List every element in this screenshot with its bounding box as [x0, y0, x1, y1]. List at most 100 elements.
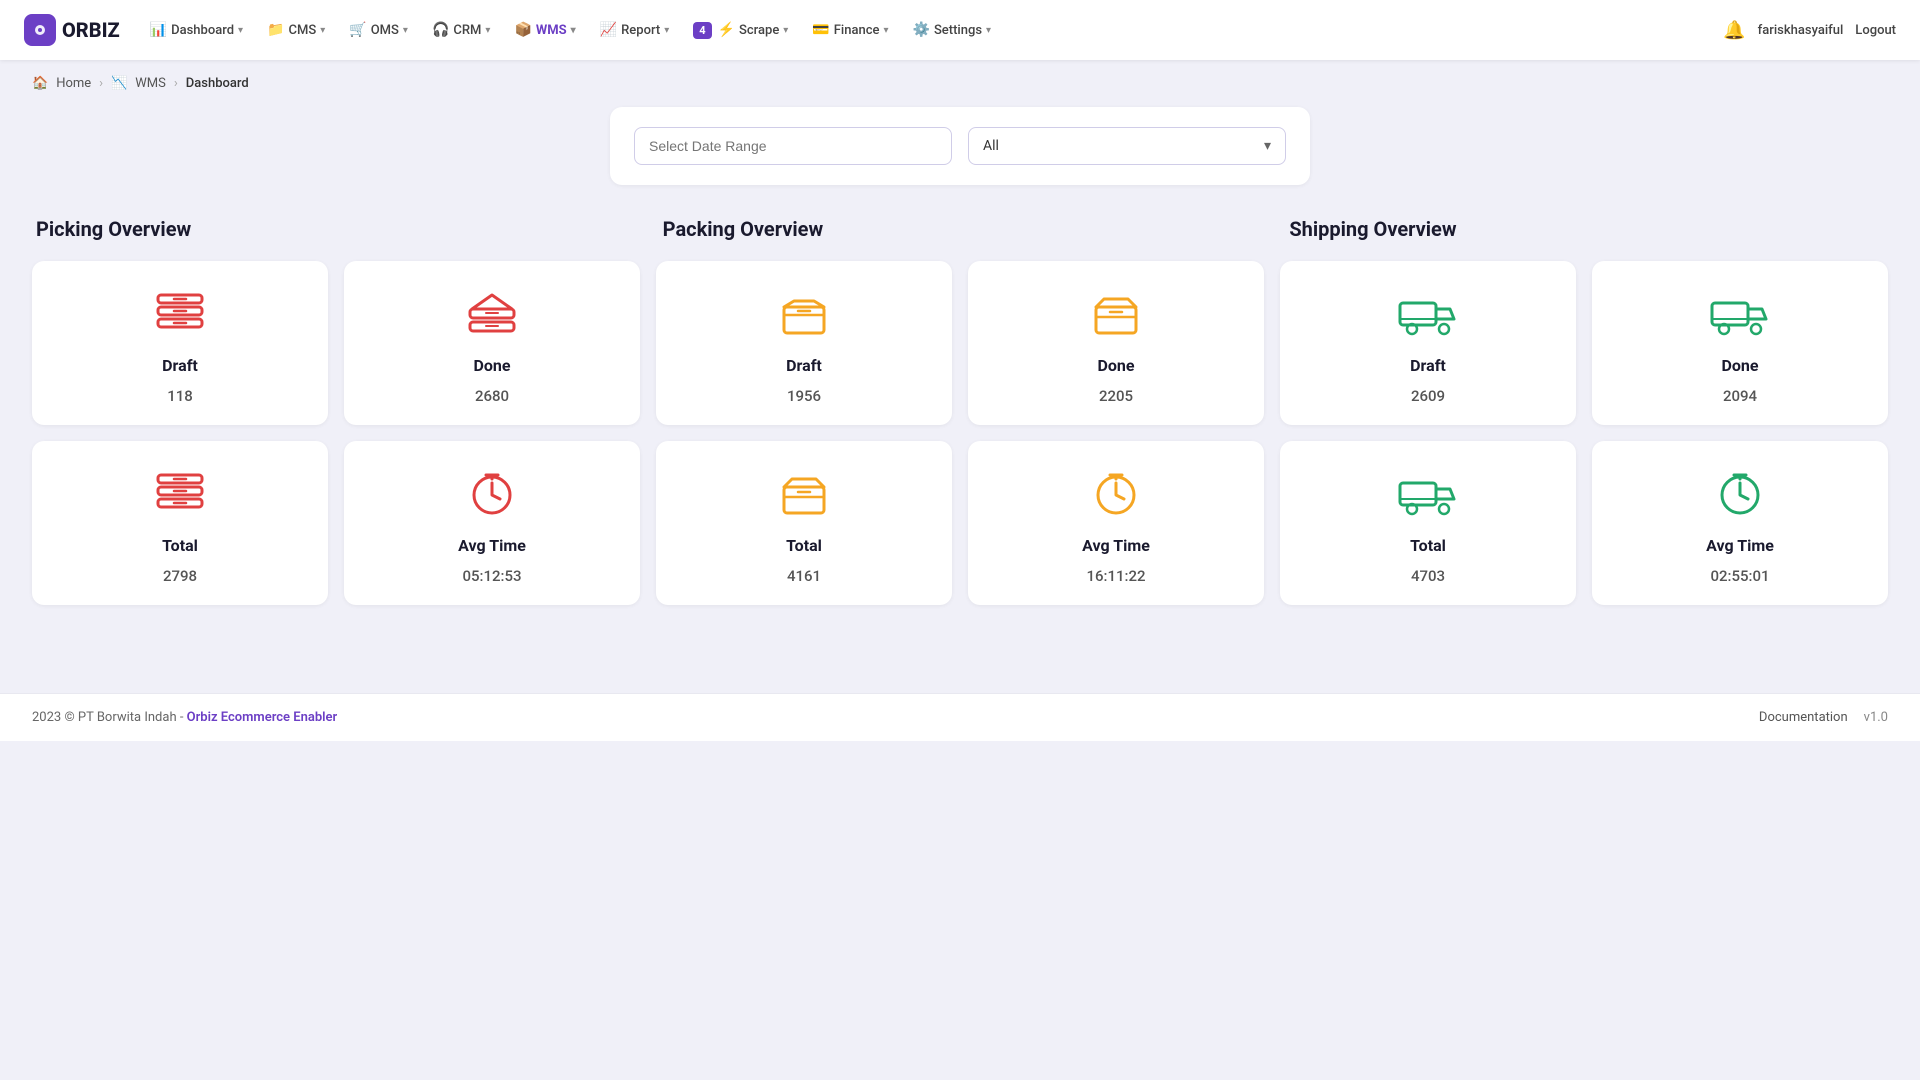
logout-button[interactable]: Logout — [1855, 23, 1896, 38]
section-labels: Picking Overview Packing Overview Shippi… — [32, 217, 1888, 241]
nav-finance-label: Finance — [834, 23, 880, 38]
picking-avgtime-value: 05:12:53 — [462, 567, 521, 585]
chevron-down-icon: ▾ — [485, 25, 490, 36]
chevron-down-icon: ▾ — [320, 25, 325, 36]
picking-total-icon — [154, 469, 206, 524]
breadcrumb-home[interactable]: Home — [56, 76, 91, 91]
nav-oms-label: OMS — [371, 23, 399, 38]
scrape-icon: ⚡ — [718, 22, 735, 38]
packing-done-label: Done — [1097, 356, 1134, 375]
footer-right: Documentation v1.0 — [1759, 710, 1888, 725]
footer-brand-link[interactable]: Orbiz Ecommerce Enabler — [187, 710, 338, 725]
shipping-avgtime-icon — [1716, 469, 1764, 524]
packing-done-value: 2205 — [1099, 387, 1133, 405]
chevron-down-icon: ▾ — [238, 25, 243, 36]
breadcrumb-wms[interactable]: WMS — [135, 76, 166, 91]
shipping-done-value: 2094 — [1723, 387, 1757, 405]
filter-bar: All ▾ — [610, 107, 1310, 185]
finance-icon: 💳 — [812, 22, 829, 38]
nav-finance[interactable]: 💳 Finance ▾ — [802, 14, 898, 46]
navbar: ORBIZ 📊 Dashboard ▾ 📁 CMS ▾ 🛒 OMS ▾ 🎧 CR… — [0, 0, 1920, 60]
shipping-total-icon — [1398, 469, 1458, 524]
chevron-down-icon: ▾ — [1264, 138, 1271, 154]
shipping-total-card[interactable]: Total 4703 — [1280, 441, 1576, 605]
shipping-overview-title: Shipping Overview — [1285, 217, 1888, 241]
nav-settings[interactable]: ⚙️ Settings ▾ — [903, 14, 1002, 46]
wms-icon: 📦 — [514, 22, 531, 38]
footer: 2023 © PT Borwita Indah - Orbiz Ecommerc… — [0, 693, 1920, 741]
select-value: All — [983, 138, 999, 154]
date-range-input[interactable] — [634, 127, 952, 165]
chevron-down-icon: ▾ — [783, 25, 788, 36]
packing-total-card[interactable]: Total 4161 — [656, 441, 952, 605]
scrape-badge: 4 — [693, 22, 711, 39]
chevron-down-icon: ▾ — [403, 25, 408, 36]
footer-copyright: 2023 © PT Borwita Indah - Orbiz Ecommerc… — [32, 710, 337, 725]
settings-icon: ⚙️ — [913, 22, 930, 38]
packing-total-value: 4161 — [787, 567, 821, 585]
shipping-avgtime-label: Avg Time — [1706, 536, 1774, 555]
dashboard-icon: 📊 — [150, 22, 167, 38]
brand-name: ORBIZ — [62, 18, 120, 42]
brand-logo[interactable]: ORBIZ — [24, 14, 120, 46]
nav-cms-label: CMS — [289, 23, 317, 38]
packing-avgtime-icon — [1092, 469, 1140, 524]
footer-documentation-link[interactable]: Documentation — [1759, 710, 1848, 725]
nav-scrape[interactable]: 4 ⚡ Scrape ▾ — [683, 14, 798, 47]
shipping-done-card[interactable]: Done 2094 — [1592, 261, 1888, 425]
crm-icon: 🎧 — [432, 22, 449, 38]
shipping-done-label: Done — [1721, 356, 1758, 375]
nav-wms[interactable]: 📦 WMS ▾ — [504, 14, 585, 46]
picking-done-card[interactable]: Done 2680 — [344, 261, 640, 425]
packing-avgtime-label: Avg Time — [1082, 536, 1150, 555]
nav-scrape-label: Scrape — [739, 23, 779, 38]
nav-oms[interactable]: 🛒 OMS ▾ — [339, 14, 418, 46]
nav-cms[interactable]: 📁 CMS ▾ — [257, 14, 335, 46]
packing-draft-card[interactable]: Draft 1956 — [656, 261, 952, 425]
nav-crm[interactable]: 🎧 CRM ▾ — [422, 14, 501, 46]
nav-crm-label: CRM — [453, 23, 481, 38]
packing-draft-icon — [778, 289, 830, 344]
packing-draft-value: 1956 — [787, 387, 821, 405]
category-select[interactable]: All ▾ — [968, 127, 1286, 165]
picking-done-icon — [466, 289, 518, 344]
packing-draft-label: Draft — [786, 356, 822, 375]
cards-row-1: Draft 118 Done 2680 — [32, 261, 1888, 425]
picking-total-card[interactable]: Total 2798 — [32, 441, 328, 605]
nav-settings-label: Settings — [934, 23, 982, 38]
breadcrumb: 🏠 Home › 📉 WMS › Dashboard — [0, 60, 1920, 107]
shipping-avgtime-value: 02:55:01 — [1710, 567, 1769, 585]
shipping-avgtime-card[interactable]: Avg Time 02:55:01 — [1592, 441, 1888, 605]
chevron-down-icon: ▾ — [883, 25, 888, 36]
packing-avgtime-card[interactable]: Avg Time 16:11:22 — [968, 441, 1264, 605]
shipping-draft-icon — [1398, 289, 1458, 344]
picking-draft-label: Draft — [162, 356, 198, 375]
picking-avgtime-label: Avg Time — [458, 536, 526, 555]
picking-draft-icon — [154, 289, 206, 344]
shipping-total-label: Total — [1410, 536, 1446, 555]
packing-avgtime-value: 16:11:22 — [1086, 567, 1145, 585]
picking-draft-card[interactable]: Draft 118 — [32, 261, 328, 425]
picking-avgtime-card[interactable]: Avg Time 05:12:53 — [344, 441, 640, 605]
shipping-done-icon — [1710, 289, 1770, 344]
packing-total-icon — [778, 469, 830, 524]
shipping-total-value: 4703 — [1411, 567, 1445, 585]
nav-dashboard[interactable]: 📊 Dashboard ▾ — [140, 14, 253, 46]
oms-icon: 🛒 — [349, 22, 366, 38]
footer-copyright-text: 2023 © PT Borwita Indah - — [32, 710, 183, 725]
nav-wms-label: WMS — [536, 23, 567, 38]
breadcrumb-current: Dashboard — [186, 76, 249, 91]
packing-done-card[interactable]: Done 2205 — [968, 261, 1264, 425]
picking-avgtime-icon — [468, 469, 516, 524]
notification-bell-icon[interactable]: 🔔 — [1723, 20, 1745, 41]
shipping-draft-card[interactable]: Draft 2609 — [1280, 261, 1576, 425]
nav-dashboard-label: Dashboard — [171, 23, 234, 38]
picking-done-label: Done — [473, 356, 510, 375]
picking-overview-title: Picking Overview — [32, 217, 635, 241]
nav-report[interactable]: 📈 Report ▾ — [590, 14, 680, 46]
footer-version: v1.0 — [1864, 710, 1888, 725]
user-name[interactable]: fariskhasyaiful — [1758, 23, 1844, 38]
shipping-draft-value: 2609 — [1411, 387, 1445, 405]
chevron-down-icon: ▾ — [664, 25, 669, 36]
packing-done-icon — [1090, 289, 1142, 344]
